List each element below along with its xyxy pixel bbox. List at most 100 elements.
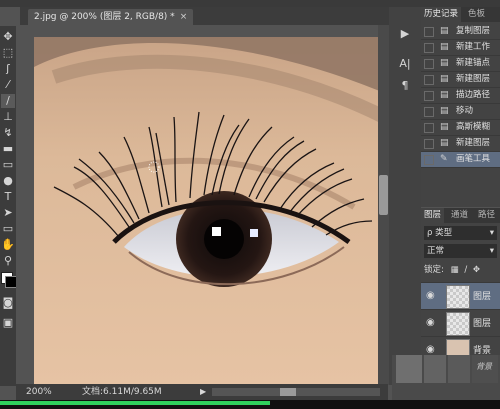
history-item[interactable]: ▤ 移动 <box>421 104 500 120</box>
history-source-checkbox[interactable] <box>424 155 434 165</box>
history-source-checkbox[interactable] <box>424 59 434 69</box>
history-step-icon: ▤ <box>440 122 449 132</box>
path-select-icon[interactable]: ➤ <box>1 206 15 220</box>
history-source-checkbox[interactable] <box>424 107 434 117</box>
character-panel-icon[interactable]: A| <box>397 57 413 71</box>
history-item[interactable]: ▤ 新建图层 <box>421 72 500 88</box>
history-panel: 历史记录 色板 ▤ 复制图层 ▤ 新建工作 ▤ 新建锚点 ▤ 新建图层 ▤ 描边路径 ▤ 移动 ▤ 高斯模… <box>421 7 500 207</box>
paragraph-panel-icon[interactable]: ¶ <box>397 79 413 93</box>
layer-footer-label: 背景 <box>476 362 492 371</box>
panel-footer-blocks: 背景 <box>392 355 500 400</box>
quick-mask-icon[interactable]: ◙ <box>1 296 15 310</box>
history-step-icon: ▤ <box>440 58 449 68</box>
move-icon[interactable]: ✥ <box>1 30 15 44</box>
tools-panel: ✥ ⬚ ʃ ⁄ / ⊥ ↯ ▬ ▭ ● T ➤ ▭ ✋ ⚲ ◙ ▣ <box>0 26 17 386</box>
history-source-checkbox[interactable] <box>424 75 434 85</box>
history-step-icon: ▤ <box>440 42 449 52</box>
history-item-label: 新建工作 <box>456 42 491 52</box>
chevron-down-icon[interactable]: ▾ <box>490 226 497 240</box>
gradient-icon[interactable]: ▭ <box>1 158 15 172</box>
history-source-checkbox[interactable] <box>424 27 434 37</box>
eye-icon[interactable]: ◉ <box>426 344 435 355</box>
status-menu-arrow-icon[interactable]: ▶ <box>200 384 206 400</box>
layer-kind-filter[interactable]: ρ 类型 ▾ <box>424 226 497 240</box>
history-item-label: 高斯模糊 <box>456 122 491 132</box>
layer-thumbnail <box>446 312 470 336</box>
history-item[interactable]: ✎ 画笔工具 <box>421 152 500 168</box>
placeholder-block <box>396 355 422 383</box>
history-item-label: 新建图层 <box>456 138 491 148</box>
layer-row[interactable]: ◉ 图层 <box>421 282 500 309</box>
document-tab-bar: 2.jpg @ 200% (图层 2, RGB/8) * × <box>20 7 420 25</box>
document-tab[interactable]: 2.jpg @ 200% (图层 2, RGB/8) * × <box>28 9 194 25</box>
history-item[interactable]: ▤ 新建工作 <box>421 40 500 56</box>
history-item[interactable]: ▤ 描边路径 <box>421 88 500 104</box>
zoom-level[interactable]: 200% <box>26 384 52 400</box>
history-item[interactable]: ▤ 新建图层 <box>421 136 500 152</box>
history-step-icon: ▤ <box>440 138 449 148</box>
chevron-down-icon[interactable]: ▾ <box>490 244 497 258</box>
history-item-label: 新建锚点 <box>456 58 491 68</box>
blend-mode-select[interactable]: 正常 ▾ <box>424 244 497 258</box>
history-step-icon: ▤ <box>440 90 449 100</box>
hand-icon[interactable]: ✋ <box>1 238 15 252</box>
marquee-icon[interactable]: ⬚ <box>1 46 15 60</box>
top-strip <box>0 0 500 7</box>
screen-mode-icon[interactable]: ▣ <box>1 316 15 330</box>
horizontal-scroll-thumb[interactable] <box>280 388 296 396</box>
video-progress-track <box>0 400 500 409</box>
history-item-label: 描边路径 <box>456 90 491 100</box>
layer-thumbnail <box>446 285 470 309</box>
history-step-icon: ▤ <box>440 106 449 116</box>
document-info: 文档:6.11M/9.65M <box>82 387 162 397</box>
vertical-scrollbar[interactable] <box>378 25 389 385</box>
collapsed-panel-dock: ▶ A| ¶ <box>389 7 421 385</box>
eyedropper-icon[interactable]: ⁄ <box>1 78 15 92</box>
horizontal-scrollbar[interactable] <box>212 388 380 396</box>
type-icon[interactable]: T <box>1 190 15 204</box>
history-panel-tabs: 历史记录 色板 <box>421 7 500 22</box>
history-source-checkbox[interactable] <box>424 43 434 53</box>
lock-transparent-icon[interactable]: ▦ <box>451 265 459 275</box>
eye-icon[interactable]: ◉ <box>426 290 435 301</box>
vertical-scroll-thumb[interactable] <box>379 175 388 215</box>
lock-paint-icon[interactable]: / <box>464 265 467 275</box>
layer-name: 图层 <box>473 292 492 302</box>
placeholder-block <box>424 355 446 383</box>
history-item-label: 移动 <box>456 106 474 116</box>
tab-paths[interactable]: 路径 <box>475 208 498 223</box>
zoom-icon[interactable]: ⚲ <box>1 254 15 268</box>
tab-history[interactable]: 历史记录 <box>421 7 462 22</box>
lock-move-icon[interactable]: ✥ <box>473 265 480 275</box>
history-item[interactable]: ▤ 高斯模糊 <box>421 120 500 136</box>
history-item-label: 复制图层 <box>456 26 491 36</box>
canvas-area[interactable] <box>16 25 378 385</box>
close-icon[interactable]: × <box>180 9 188 25</box>
history-step-icon: ✎ <box>440 154 448 164</box>
history-source-checkbox[interactable] <box>424 123 434 133</box>
history-brush-icon[interactable]: ↯ <box>1 126 15 140</box>
history-item-label: 新建图层 <box>456 74 491 84</box>
clone-stamp-icon[interactable]: ⊥ <box>1 110 15 124</box>
tab-swatches[interactable]: 色板 <box>465 7 488 22</box>
lock-row: 锁定: ▦ / ✥ <box>424 263 500 277</box>
history-source-checkbox[interactable] <box>424 139 434 149</box>
actions-play-icon[interactable]: ▶ <box>397 27 413 41</box>
dodge-icon[interactable]: ● <box>1 174 15 188</box>
lasso-icon[interactable]: ʃ <box>1 62 15 76</box>
brush-icon[interactable]: / <box>1 94 15 108</box>
history-item[interactable]: ▤ 复制图层 <box>421 24 500 40</box>
tab-layers[interactable]: 图层 <box>421 208 445 223</box>
video-progress-fill <box>0 401 270 405</box>
history-source-checkbox[interactable] <box>424 91 434 101</box>
lock-label: 锁定: <box>424 265 444 275</box>
document-tab-title: 2.jpg @ 200% (图层 2, RGB/8) * <box>34 12 175 22</box>
history-item[interactable]: ▤ 新建锚点 <box>421 56 500 72</box>
eye-icon[interactable]: ◉ <box>426 317 435 328</box>
shape-icon[interactable]: ▭ <box>1 222 15 236</box>
eye-photo[interactable] <box>34 37 378 385</box>
status-bar: 200% 文档:6.11M/9.65M ▶ <box>16 384 388 400</box>
tab-channels[interactable]: 通道 <box>448 208 471 223</box>
eraser-icon[interactable]: ▬ <box>1 142 15 156</box>
layer-row[interactable]: ◉ 图层 <box>421 309 500 336</box>
